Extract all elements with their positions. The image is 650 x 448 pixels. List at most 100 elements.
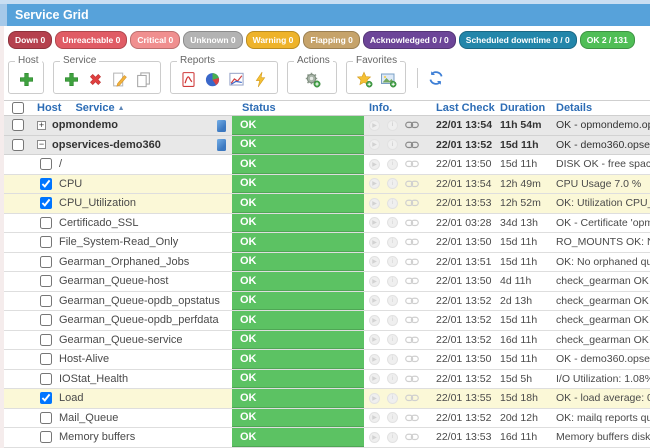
info-cell: ▶i: [364, 175, 432, 194]
row-select-checkbox[interactable]: [40, 392, 52, 404]
service-row[interactable]: Gearman_Orphaned_JobsOK▶i22/01 13:5115d …: [4, 253, 650, 273]
service-row[interactable]: Gearman_Queue-opdb_perfdataOK▶i22/01 13:…: [4, 311, 650, 331]
link-icon[interactable]: [405, 121, 419, 129]
status-badge[interactable]: Flapping 0: [303, 31, 360, 49]
save-view-button[interactable]: [379, 70, 397, 88]
row-select-checkbox[interactable]: [40, 314, 52, 326]
add-host-button[interactable]: [17, 70, 35, 88]
host-name[interactable]: opmondemo: [52, 119, 118, 131]
host-row[interactable]: −opservices-demo360OK▶i22/01 13:5215d 11…: [4, 136, 650, 156]
edit-service-button[interactable]: [110, 70, 128, 88]
service-name[interactable]: Mail_Queue: [59, 412, 118, 424]
row-select-checkbox[interactable]: [40, 431, 52, 443]
host-notes-icon[interactable]: [217, 139, 226, 151]
row-select-checkbox[interactable]: [40, 217, 52, 229]
status-badge[interactable]: Warning 0: [246, 31, 301, 49]
service-row[interactable]: CPUOK▶i22/01 13:5412h 49mCPU Usage 7.0 %: [4, 175, 650, 195]
service-row[interactable]: File_System-Read_OnlyOK▶i22/01 13:5015d …: [4, 233, 650, 253]
service-name[interactable]: Gearman_Queue-host: [59, 275, 168, 287]
row-select-checkbox[interactable]: [40, 334, 52, 346]
service-row[interactable]: CPU_UtilizationOK▶i22/01 13:5312h 52mOK:…: [4, 194, 650, 214]
link-icon: [405, 375, 419, 383]
duration-value: 11h 54m: [496, 116, 552, 135]
row-select-checkbox[interactable]: [12, 119, 24, 131]
column-header-info[interactable]: Info.: [364, 101, 432, 115]
column-header-last-check[interactable]: Last Check: [432, 101, 496, 115]
host-row[interactable]: +opmondemoOK▶i22/01 13:5411h 54mOK - opm…: [4, 116, 650, 136]
row-select-checkbox[interactable]: [12, 139, 24, 151]
column-header-status[interactable]: Status: [232, 101, 364, 115]
service-name[interactable]: CPU: [59, 178, 82, 190]
service-row[interactable]: Gearman_Queue-opdb_opstatusOK▶i22/01 13:…: [4, 292, 650, 312]
status-badge[interactable]: Unreachable 0: [55, 31, 127, 49]
expand-icon[interactable]: +: [37, 121, 46, 130]
pdf-report-button[interactable]: [179, 70, 197, 88]
row-select-checkbox[interactable]: [40, 158, 52, 170]
add-service-button[interactable]: [62, 70, 80, 88]
service-row[interactable]: Gearman_Queue-serviceOK▶i22/01 13:5216d …: [4, 331, 650, 351]
service-name[interactable]: Host-Alive: [59, 353, 109, 365]
column-header-details[interactable]: Details: [552, 101, 650, 115]
service-row[interactable]: LoadOK▶i22/01 13:5515d 18hOK - load aver…: [4, 389, 650, 409]
column-header-host[interactable]: Host: [37, 102, 61, 114]
row-select-checkbox[interactable]: [40, 353, 52, 365]
service-name[interactable]: Gearman_Queue-service: [59, 334, 183, 346]
service-row[interactable]: /OK▶i22/01 13:5015d 11hDISK OK - free sp…: [4, 155, 650, 175]
quick-report-button[interactable]: [251, 70, 269, 88]
add-favorite-button[interactable]: [355, 70, 373, 88]
service-name[interactable]: CPU_Utilization: [59, 197, 136, 209]
link-icon[interactable]: [405, 141, 419, 149]
row-select-checkbox[interactable]: [40, 236, 52, 248]
column-header-service[interactable]: Service ▲: [75, 102, 124, 114]
row-select-checkbox[interactable]: [40, 178, 52, 190]
reschedule-icon: ▶: [369, 237, 380, 248]
service-row[interactable]: Memory buffersOK▶i22/01 13:5316d 11hMemo…: [4, 428, 650, 448]
toolbar-group-service: Service: [53, 61, 161, 94]
info-cell: ▶i: [364, 409, 432, 428]
service-name[interactable]: Gearman_Orphaned_Jobs: [59, 256, 189, 268]
status-ok-badge: OK: [232, 253, 364, 272]
column-header-duration[interactable]: Duration: [496, 101, 552, 115]
service-row[interactable]: Host-AliveOK▶i22/01 13:5015d 11hOK - dem…: [4, 350, 650, 370]
info-circle-icon: i: [387, 139, 398, 150]
service-row[interactable]: IOStat_HealthOK▶i22/01 13:5215d 5hI/O Ut…: [4, 370, 650, 390]
row-select-checkbox[interactable]: [40, 412, 52, 424]
refresh-button[interactable]: [427, 69, 445, 87]
service-name[interactable]: Load: [59, 392, 83, 404]
status-ok-badge: OK: [232, 331, 364, 350]
service-name[interactable]: Gearman_Queue-opdb_perfdata: [59, 314, 219, 326]
service-row[interactable]: Mail_QueueOK▶i22/01 13:5220d 12hOK: mail…: [4, 409, 650, 429]
row-select-checkbox[interactable]: [40, 197, 52, 209]
graph-report-button[interactable]: [227, 70, 245, 88]
row-select-checkbox[interactable]: [40, 275, 52, 287]
status-badge[interactable]: Scheduled downtime 0 / 0: [459, 31, 577, 49]
service-name[interactable]: Memory buffers: [59, 431, 135, 443]
collapse-icon[interactable]: −: [37, 140, 46, 149]
toolbar-group-label: Actions: [294, 55, 333, 66]
status-ok-badge: OK: [232, 311, 364, 330]
service-row[interactable]: Gearman_Queue-hostOK▶i22/01 13:504d 11hc…: [4, 272, 650, 292]
actions-button[interactable]: [303, 70, 321, 88]
details-value: OK - demo360.opservices: [552, 136, 650, 155]
host-name[interactable]: opservices-demo360: [52, 139, 161, 151]
row-select-checkbox[interactable]: [40, 295, 52, 307]
service-name[interactable]: File_System-Read_Only: [59, 236, 178, 248]
service-name[interactable]: IOStat_Health: [59, 373, 128, 385]
status-badge[interactable]: Critical 0: [130, 31, 180, 49]
status-badge[interactable]: Acknowledged 0 / 0: [363, 31, 456, 49]
link-icon: [405, 355, 419, 363]
select-all-checkbox[interactable]: [12, 102, 24, 114]
pie-chart-report-button[interactable]: [203, 70, 221, 88]
service-name[interactable]: Certificado_SSL: [59, 217, 139, 229]
status-badge[interactable]: OK 2 / 131: [580, 31, 635, 49]
row-select-checkbox[interactable]: [40, 256, 52, 268]
status-badge[interactable]: Down 0: [8, 31, 52, 49]
service-name[interactable]: /: [59, 158, 62, 170]
row-select-checkbox[interactable]: [40, 373, 52, 385]
status-badge[interactable]: Unknown 0: [183, 31, 242, 49]
host-notes-icon[interactable]: [217, 120, 226, 132]
delete-service-button[interactable]: [86, 70, 104, 88]
service-name[interactable]: Gearman_Queue-opdb_opstatus: [59, 295, 220, 307]
service-row[interactable]: Certificado_SSLOK▶i22/01 03:2834d 13hOK …: [4, 214, 650, 234]
copy-service-button[interactable]: [134, 70, 152, 88]
